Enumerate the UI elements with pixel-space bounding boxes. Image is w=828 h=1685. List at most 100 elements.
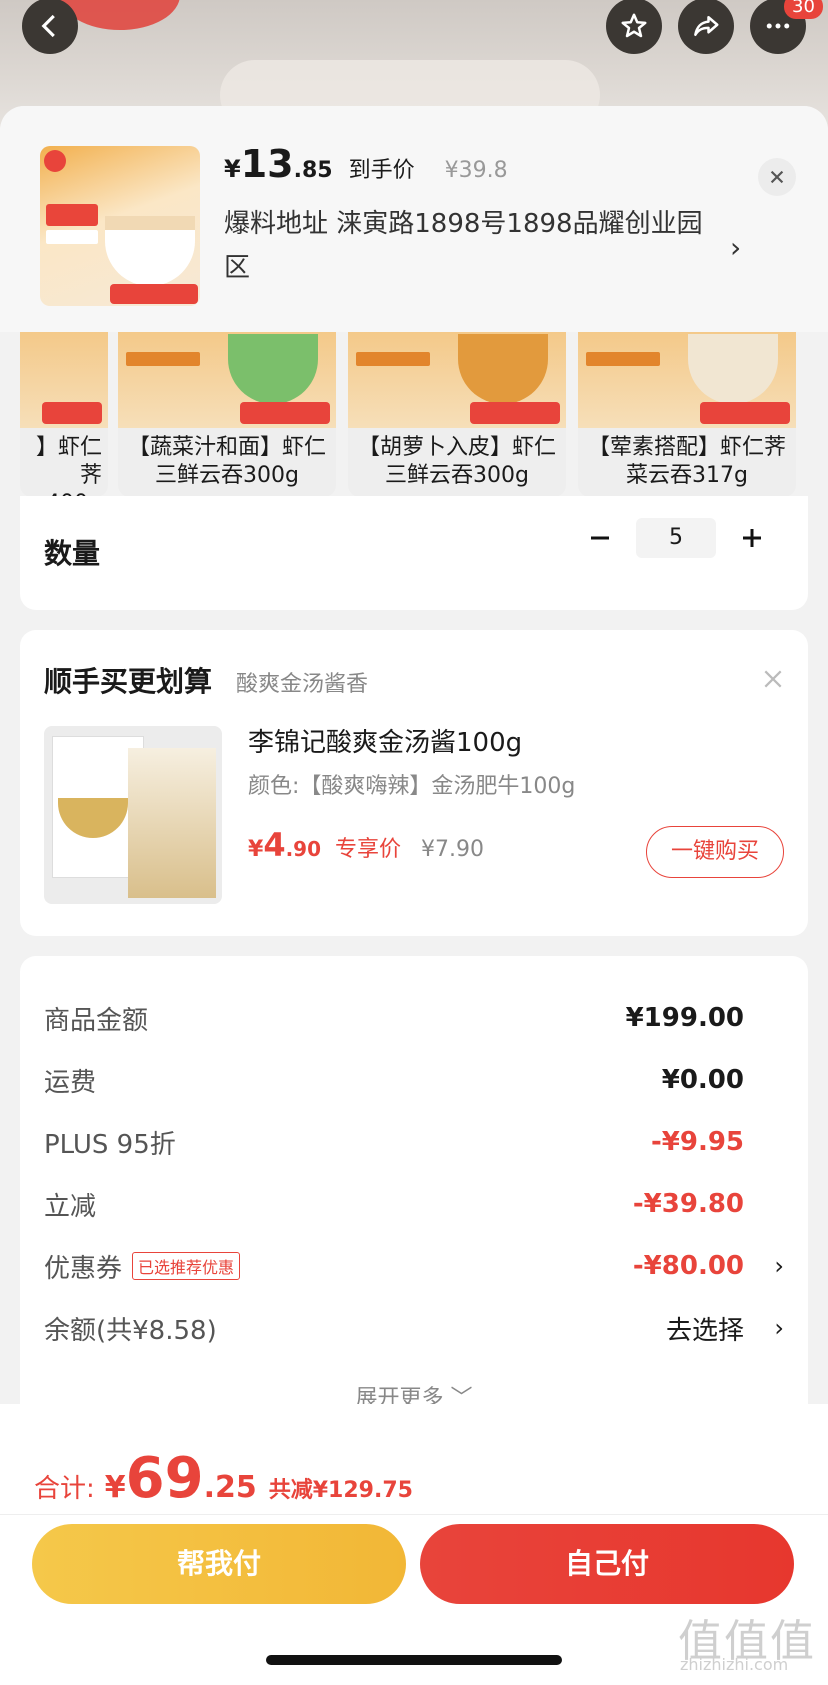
thumbnail-coupon-strip <box>110 284 198 304</box>
share-button[interactable] <box>678 0 734 54</box>
summary-label: 商品金额 <box>44 1005 149 1036</box>
summary-row-coupon[interactable]: 优惠券 已选推荐优惠 -¥80.00 › <box>44 1246 784 1286</box>
summary-label: PLUS 95折 <box>44 1129 176 1160</box>
plus-icon <box>743 529 761 547</box>
home-indicator[interactable] <box>266 1655 562 1665</box>
product-thumbnail[interactable] <box>40 146 200 306</box>
sku-coupon-strip <box>42 402 102 424</box>
original-price: ¥7.90 <box>421 837 485 862</box>
summary-row-balance[interactable]: 余额(共¥8.58) 去选择 › <box>44 1308 784 1348</box>
upsell-product-name[interactable]: 李锦记酸爽金汤酱100g <box>248 722 522 759</box>
upsell-product-spec: 颜色:【酸爽嗨辣】金汤肥牛100g <box>248 774 576 799</box>
total-integer: 69 <box>125 1446 204 1511</box>
notification-badge: 30 <box>784 0 823 19</box>
total-decimal: .25 <box>203 1470 257 1505</box>
address-arrow-icon[interactable]: › <box>730 231 741 264</box>
price-label: 专享价 <box>335 837 402 862</box>
close-icon <box>770 170 784 184</box>
help-me-pay-button[interactable]: 帮我付 <box>32 1524 406 1604</box>
summary-value: -¥39.80 <box>632 1189 744 1219</box>
summary-value: -¥80.00 <box>632 1251 744 1281</box>
total-savings: 共减¥129.75 <box>268 1478 413 1503</box>
decrement-button[interactable] <box>584 522 616 554</box>
divider <box>0 1514 828 1515</box>
thumbnail-label <box>46 230 98 244</box>
sku-name: 【胡萝卜入皮】虾仁三鲜云吞300g <box>357 435 556 488</box>
quantity-card: 数量 5 <box>20 496 808 610</box>
summary-row-subtotal: 商品金额 ¥199.00 <box>44 998 784 1038</box>
upsell-title: 顺手买更划算 <box>44 665 213 698</box>
currency-symbol: ¥ <box>224 155 241 183</box>
price-label: 到手价 <box>348 158 415 183</box>
summary-label: 优惠券 <box>44 1253 123 1284</box>
delivery-address[interactable]: 爆料地址 涞寅路1898号1898品耀创业园区 <box>224 202 704 290</box>
summary-row-plus-discount: PLUS 95折 -¥9.95 <box>44 1122 784 1162</box>
increment-button[interactable] <box>736 522 768 554</box>
summary-label: 运费 <box>44 1067 97 1098</box>
chevron-left-icon <box>41 14 55 38</box>
thumbnail-label <box>46 204 98 226</box>
brand-logo <box>44 150 66 172</box>
upsell-subtitle: 酸爽金汤酱香 <box>236 672 369 697</box>
sku-image-label <box>356 352 430 366</box>
upsell-card: 顺手买更划算 酸爽金汤酱香 李锦记酸爽金汤酱100g 颜色:【酸爽嗨辣】金汤肥牛… <box>20 630 808 936</box>
quantity-stepper[interactable]: 5 <box>584 518 768 558</box>
price-integer: 13 <box>240 142 294 186</box>
sku-option[interactable]: 【胡萝卜入皮】虾仁三鲜云吞300g <box>348 332 566 497</box>
upsell-product-image[interactable] <box>44 726 222 904</box>
sku-name: 【蔬菜汁和面】虾仁三鲜云吞300g <box>127 435 326 488</box>
summary-value: ¥199.00 <box>625 1003 744 1033</box>
summary-value: ¥0.00 <box>661 1065 744 1095</box>
quantity-label: 数量 <box>44 537 101 570</box>
sku-image <box>578 332 796 428</box>
chevron-right-icon[interactable]: › <box>744 1252 784 1280</box>
sku-name: 【荤素搭配】虾仁荠菜云吞317g <box>587 435 786 488</box>
sku-name: 】虾仁 荠400g <box>35 435 102 497</box>
sku-image-label <box>126 352 200 366</box>
price-decimal: .85 <box>293 158 333 183</box>
favorite-button[interactable] <box>606 0 662 54</box>
sku-option[interactable]: 【荤素搭配】虾仁荠菜云吞317g <box>578 332 796 497</box>
total-label: 合计: <box>34 1474 95 1504</box>
upsell-price: ¥ 4 .90 专享价 ¥7.90 <box>248 826 484 864</box>
watermark-url: zhizhizhi.com <box>680 1655 789 1674</box>
sku-coupon-strip <box>240 402 330 424</box>
summary-row-instant-discount: 立减 -¥39.80 <box>44 1184 784 1224</box>
pay-myself-button[interactable]: 自己付 <box>420 1524 794 1604</box>
order-total: 合计: ¥ 69 .25 共减¥129.75 <box>34 1446 413 1511</box>
star-icon <box>621 13 647 38</box>
summary-value: -¥9.95 <box>650 1127 744 1157</box>
summary-label: 立减 <box>44 1191 97 1222</box>
price-decimal: .90 <box>285 837 322 861</box>
summary-row-shipping: 运费 ¥0.00 <box>44 1060 784 1100</box>
sku-coupon-strip <box>700 402 790 424</box>
select-balance-link[interactable]: 去选择 <box>524 1310 744 1347</box>
bowl-image <box>228 334 318 404</box>
background-blur <box>60 0 180 30</box>
price-row: ¥ 13 .85 到手价 ¥39.8 <box>224 142 508 186</box>
sku-option[interactable]: 】虾仁 荠400g <box>20 332 108 497</box>
bowl-image <box>688 334 778 404</box>
sku-image-label <box>586 352 660 366</box>
share-icon <box>694 16 719 36</box>
coupon-selected-badge: 已选推荐优惠 <box>132 1252 241 1280</box>
currency-symbol: ¥ <box>248 837 264 862</box>
bowl-image <box>458 334 548 404</box>
sku-image <box>20 332 108 428</box>
chevron-right-icon[interactable]: › <box>744 1314 784 1342</box>
original-price: ¥39.8 <box>444 158 508 183</box>
minus-icon <box>591 536 609 540</box>
price-integer: 4 <box>263 826 286 864</box>
currency-symbol: ¥ <box>104 1470 126 1505</box>
close-button[interactable] <box>758 158 796 196</box>
sku-image <box>118 332 336 428</box>
summary-label: 余额(共¥8.58) <box>44 1315 217 1346</box>
sku-coupon-strip <box>470 402 560 424</box>
sku-option[interactable]: 【蔬菜汁和面】虾仁三鲜云吞300g <box>118 332 336 497</box>
one-click-buy-button[interactable]: 一键购买 <box>646 826 784 878</box>
package-image <box>128 748 216 898</box>
back-button[interactable] <box>22 0 78 54</box>
sheet-header: ¥ 13 .85 到手价 ¥39.8 爆料地址 涞寅路1898号1898品耀创业… <box>0 106 828 332</box>
close-icon[interactable] <box>762 668 784 690</box>
quantity-input[interactable]: 5 <box>636 518 716 558</box>
